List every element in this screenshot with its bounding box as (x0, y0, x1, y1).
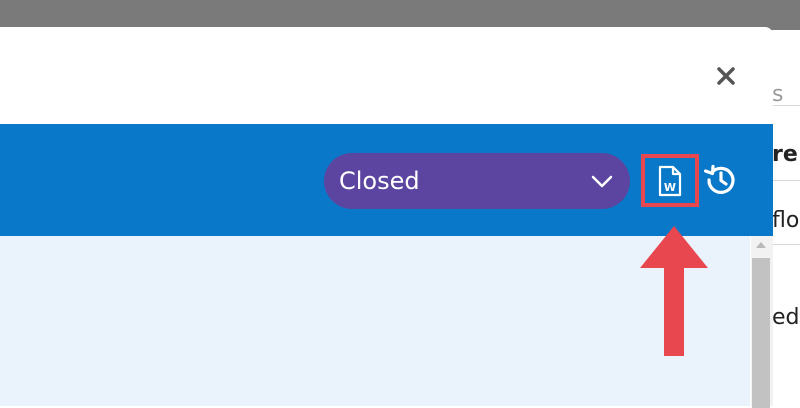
word-document-icon: W (658, 165, 682, 197)
annotation-arrow-icon (640, 226, 708, 356)
close-button[interactable] (712, 62, 740, 90)
history-button[interactable] (703, 163, 738, 197)
scrollbar-thumb[interactable] (752, 258, 770, 408)
history-icon (703, 164, 735, 194)
status-select-value: Closed (339, 167, 420, 195)
scroll-up-arrow-icon[interactable] (756, 242, 766, 248)
chevron-down-icon (591, 175, 613, 188)
status-select[interactable]: Closed (324, 153, 630, 209)
close-icon (717, 67, 735, 85)
word-icon-letter: W (664, 181, 676, 194)
export-word-button[interactable]: W (641, 154, 699, 207)
modal-content-area (0, 236, 750, 406)
background-text: flo (772, 208, 800, 233)
background-text: ed (772, 305, 800, 330)
background-text: s (772, 82, 784, 107)
background-text: re (772, 142, 798, 167)
